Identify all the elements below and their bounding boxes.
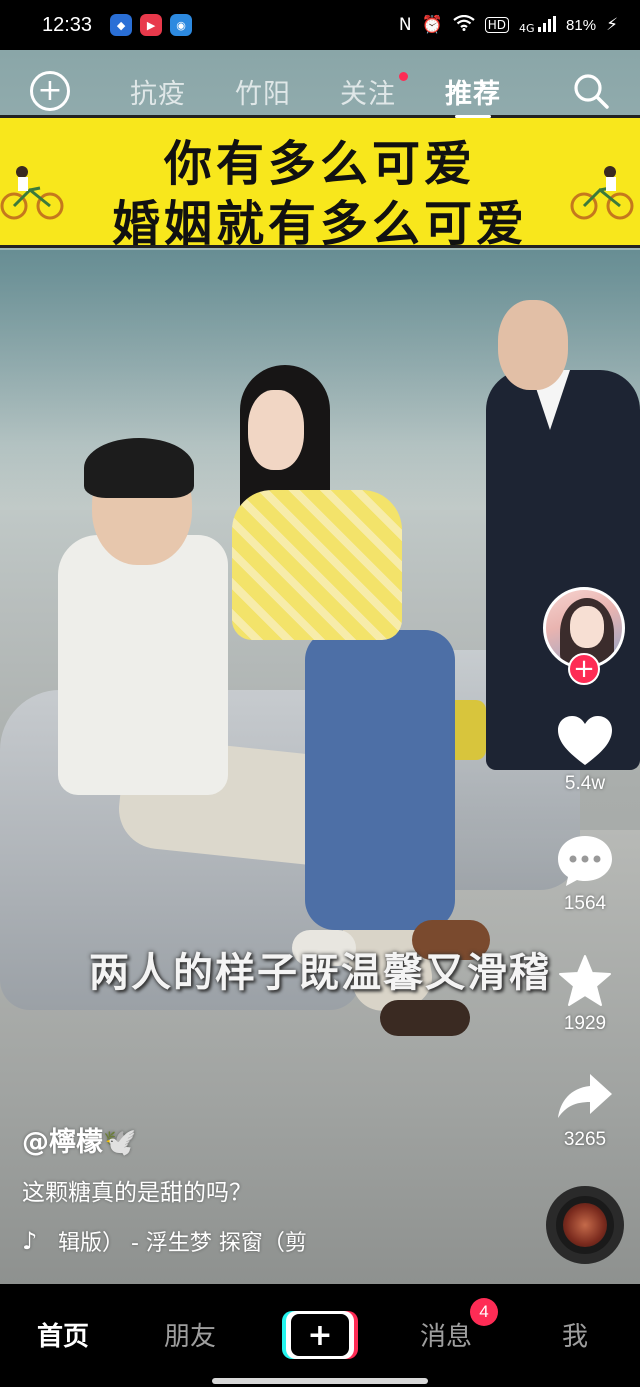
status-time: 12:33 <box>42 13 93 36</box>
avatar-face <box>570 606 604 648</box>
create-button[interactable]: + <box>286 1311 354 1359</box>
comment-count: 1564 <box>563 893 607 914</box>
nfc-icon: Ν <box>398 15 412 35</box>
hd-icon: HD <box>484 17 509 33</box>
bicycle-icon <box>570 166 634 220</box>
like-count: 5.4w <box>564 773 606 794</box>
top-nav: + 抗疫 竹阳 关注 推荐 <box>0 66 640 118</box>
nav-friends[interactable]: 朋友 <box>164 1316 216 1353</box>
app-notification-icon: ◆ <box>110 14 133 36</box>
video-caption: @檸檬🕊️ 这颗糖真的是甜的吗？ ♪ 辑版） - 浮生梦 探窗（剪 <box>22 1120 522 1257</box>
alarm-icon: ⏰ <box>421 15 443 35</box>
status-app-icons: ◆ ▶ ◉ <box>110 14 193 36</box>
heart-icon <box>540 713 630 769</box>
network-type: 4G <box>519 21 535 35</box>
woman-legs <box>305 630 455 930</box>
search-icon[interactable] <box>571 71 611 111</box>
music-note-icon: ♪ <box>22 1227 38 1255</box>
favorite-count: 1929 <box>563 1013 607 1034</box>
share-action[interactable]: 3265 <box>540 1069 630 1151</box>
follow-button[interactable]: + <box>568 653 600 685</box>
woman-face <box>248 390 304 470</box>
charging-icon: ⚡ <box>606 15 618 35</box>
banner-line-2: 婚姻就有多么可爱 <box>111 196 528 252</box>
bicycle-icon <box>0 166 64 220</box>
music-title: 辑版） - 浮生梦 探窗（剪 <box>58 1231 307 1256</box>
wifi-icon <box>453 14 475 36</box>
man-figure <box>58 535 228 795</box>
like-action[interactable]: 5.4w <box>540 713 630 795</box>
music-info[interactable]: ♪ 辑版） - 浮生梦 探窗（剪 <box>22 1225 522 1257</box>
author-name[interactable]: @檸檬🕊️ <box>22 1120 522 1159</box>
feed-tabs: 抗疫 竹阳 关注 推荐 <box>130 66 550 118</box>
man-hair <box>84 438 194 498</box>
music-cover <box>563 1203 607 1247</box>
cell-signal-icon: 4G <box>519 15 557 35</box>
add-icon[interactable]: + <box>30 71 70 111</box>
messages-badge: 4 <box>470 1298 498 1326</box>
browser-app-icon: ◉ <box>170 14 193 36</box>
comment-action[interactable]: 1564 <box>540 833 630 915</box>
clerk-figure <box>486 370 640 770</box>
status-bar: 12:33 ◆ ▶ ◉ Ν ⏰ HD 4G 81% ⚡ <box>0 0 640 50</box>
home-indicator[interactable] <box>212 1378 428 1384</box>
tab-kangyi[interactable]: 抗疫 <box>130 66 186 116</box>
tab-zhuyang[interactable]: 竹阳 <box>235 66 291 116</box>
title-banner: 你有多么可爱 婚姻就有多么可爱 <box>0 115 640 252</box>
comment-icon <box>540 833 630 889</box>
share-count: 3265 <box>563 1129 607 1150</box>
battery-level: 81% <box>566 16 597 34</box>
nav-me[interactable]: 我 <box>562 1316 588 1353</box>
status-indicators: Ν ⏰ HD 4G 81% ⚡ <box>398 14 618 36</box>
bottom-nav: 首页 朋友 + 消息 4 我 <box>0 1284 640 1387</box>
star-icon <box>540 953 630 1009</box>
woman-figure <box>232 490 402 640</box>
share-icon <box>540 1069 630 1125</box>
favorite-action[interactable]: 1929 <box>540 953 630 1035</box>
tab-following[interactable]: 关注 <box>340 66 408 116</box>
nav-home[interactable]: 首页 <box>37 1316 89 1353</box>
clerk-head <box>498 300 568 390</box>
video-description[interactable]: 这颗糖真的是甜的吗？ <box>22 1173 522 1207</box>
man-shoe <box>380 1000 470 1036</box>
nav-messages[interactable]: 消息 <box>420 1316 472 1353</box>
tab-following-label: 关注 <box>340 78 396 110</box>
new-content-dot <box>399 72 408 81</box>
video-app-icon: ▶ <box>140 14 163 36</box>
create-plus: + <box>291 1314 349 1356</box>
tab-recommended[interactable]: 推荐 <box>445 66 501 118</box>
music-disc[interactable] <box>546 1186 624 1264</box>
